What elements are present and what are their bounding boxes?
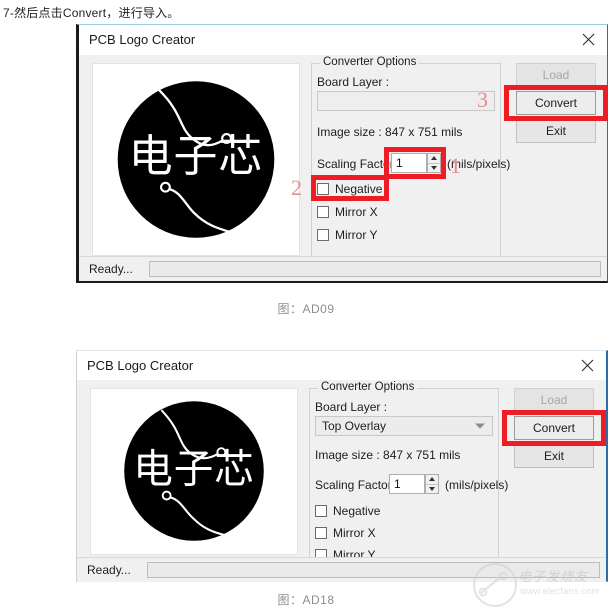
negative-checkbox-row[interactable]: Negative xyxy=(317,182,382,196)
instruction-text: 7-然后点击Convert，进行导入。 xyxy=(3,6,180,20)
close-icon[interactable] xyxy=(577,29,599,49)
image-size-label: Image size : 847 x 751 mils xyxy=(317,125,463,139)
status-bar: Ready... xyxy=(79,256,607,281)
board-layer-combo[interactable]: Top Overlay xyxy=(315,416,493,436)
scaling-factor-input[interactable]: 1 xyxy=(389,474,425,494)
status-text: Ready... xyxy=(89,262,133,276)
negative-checkbox[interactable] xyxy=(315,505,327,517)
caption-ad18: 图：AD18 xyxy=(277,593,335,607)
mirror-x-checkbox[interactable] xyxy=(315,527,327,539)
status-progress-bar xyxy=(147,562,600,578)
mirror-x-label: Mirror X xyxy=(335,205,378,219)
titlebar: PCB Logo Creator xyxy=(77,351,606,380)
scaling-factor-label: Scaling Factor : xyxy=(315,478,399,492)
titlebar: PCB Logo Creator xyxy=(79,25,607,55)
close-icon[interactable] xyxy=(576,355,598,375)
negative-checkbox-row[interactable]: Negative xyxy=(315,504,380,518)
exit-button[interactable]: Exit xyxy=(514,444,594,468)
svg-text:电子芯: 电子芯 xyxy=(133,446,255,492)
logo-preview[interactable]: 电子芯 xyxy=(92,63,300,256)
window-title: PCB Logo Creator xyxy=(89,32,196,47)
logo-preview[interactable]: 电子芯 xyxy=(90,388,298,555)
scaling-factor-label: Scaling Factor : xyxy=(317,157,401,171)
logo-image: 电子芯 xyxy=(93,64,299,255)
stepper-up-icon[interactable] xyxy=(428,154,440,163)
window-title: PCB Logo Creator xyxy=(87,358,194,373)
negative-label: Negative xyxy=(335,182,383,196)
negative-checkbox[interactable] xyxy=(317,183,329,195)
chevron-down-icon[interactable] xyxy=(475,423,485,429)
scaling-factor-stepper[interactable] xyxy=(427,153,441,173)
convert-button[interactable]: Convert xyxy=(516,91,596,115)
board-layer-label: Board Layer : xyxy=(317,75,390,89)
status-bar: Ready... xyxy=(77,557,606,582)
svg-text:电子芯: 电子芯 xyxy=(129,131,264,182)
status-progress-bar xyxy=(149,261,601,277)
scaling-factor-stepper[interactable] xyxy=(425,474,439,494)
load-button: Load xyxy=(516,63,596,87)
mirror-x-checkbox-row[interactable]: Mirror X xyxy=(315,526,376,540)
board-layer-combo[interactable] xyxy=(317,91,495,111)
caption-ad09: 图：AD09 xyxy=(277,302,335,316)
negative-label: Negative xyxy=(333,504,381,518)
scaling-factor-input[interactable]: 1 xyxy=(391,153,427,173)
exit-button[interactable]: Exit xyxy=(516,119,596,143)
group-legend: Converter Options xyxy=(318,381,418,393)
mirror-x-label: Mirror X xyxy=(333,526,376,540)
pcb-logo-creator-dialog-top: PCB Logo Creator 电子芯 Converter Options B… xyxy=(76,24,608,283)
convert-button[interactable]: Convert xyxy=(514,416,594,440)
stepper-up-icon[interactable] xyxy=(426,475,438,484)
scaling-factor-units: (mils/pixels) xyxy=(445,478,509,492)
stepper-down-icon[interactable] xyxy=(426,483,438,494)
load-button: Load xyxy=(514,388,594,412)
mirror-y-checkbox[interactable] xyxy=(317,229,329,241)
board-layer-label: Board Layer : xyxy=(315,400,388,414)
scaling-factor-value: 1 xyxy=(394,477,401,491)
pcb-logo-creator-dialog-bottom: PCB Logo Creator 电子芯 Converter Options B… xyxy=(76,350,608,582)
logo-image: 电子芯 xyxy=(91,389,297,554)
mirror-y-checkbox-row[interactable]: Mirror Y xyxy=(317,228,377,242)
board-layer-value: Top Overlay xyxy=(322,419,387,433)
dialog-body: 电子芯 Converter Options Board Layer : Imag… xyxy=(79,55,608,281)
image-size-label: Image size : 847 x 751 mils xyxy=(315,448,461,462)
stepper-down-icon[interactable] xyxy=(428,162,440,173)
group-legend: Converter Options xyxy=(320,56,420,68)
status-text: Ready... xyxy=(87,563,131,577)
scaling-factor-units: (mils/pixels) xyxy=(447,157,511,171)
dialog-body: 电子芯 Converter Options Board Layer : Top … xyxy=(77,380,606,582)
mirror-x-checkbox-row[interactable]: Mirror X xyxy=(317,205,378,219)
scaling-factor-value: 1 xyxy=(396,156,403,170)
mirror-x-checkbox[interactable] xyxy=(317,206,329,218)
mirror-y-label: Mirror Y xyxy=(335,228,378,242)
